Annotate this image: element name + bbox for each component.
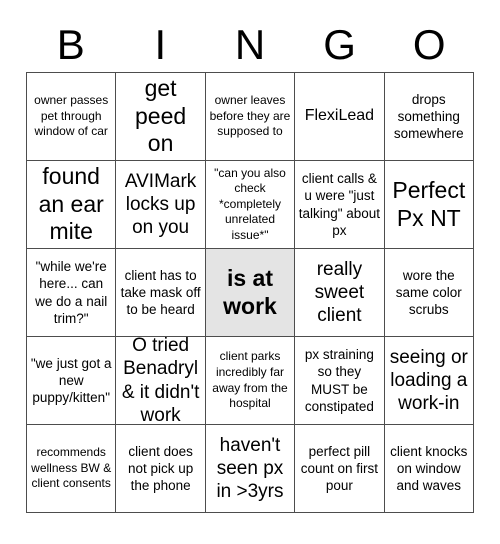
bingo-cell-text: "while we're here... can we do a nail tr…	[35, 258, 108, 326]
bingo-cell-text: client has to take mask off to be heard	[120, 267, 201, 318]
bingo-cell-r3c5[interactable]: wore the same color scrubs	[384, 249, 474, 337]
bingo-cell-text: O tried Benadryl & it didn't work	[121, 337, 200, 425]
bingo-cell-r1c3[interactable]: owner leaves before they are supposed to	[205, 73, 296, 161]
bingo-cell-r3c1[interactable]: "while we're here... can we do a nail tr…	[27, 249, 117, 337]
bingo-cell-r5c3[interactable]: haven't seen px in >3yrs	[205, 425, 296, 513]
bingo-cell-r4c5[interactable]: seeing or loading a work-in	[384, 337, 474, 425]
bingo-cell-r4c4[interactable]: px straining so they MUST be constipated	[295, 337, 385, 425]
bingo-cell-r2c1[interactable]: found an ear mite	[27, 161, 117, 249]
bingo-cell-text: haven't seen px in >3yrs	[216, 434, 284, 503]
bingo-cell-text: recommends wellness BW & client consents	[31, 445, 112, 491]
bingo-cell-text: client does not pick up the phone	[127, 443, 194, 494]
bingo-cell-r3c3-free-space[interactable]: is at work	[205, 249, 296, 337]
bingo-cell-text: AVIMark locks up on you	[124, 170, 197, 239]
bingo-cell-r1c1[interactable]: owner passes pet through window of car	[27, 73, 117, 161]
bingo-cell-r3c4[interactable]: really sweet client	[295, 249, 385, 337]
bingo-cell-text: drops something somewhere	[393, 91, 464, 142]
bingo-cell-text: Perfect Px NT	[392, 176, 466, 231]
bingo-cell-text: px straining so they MUST be constipated	[304, 346, 374, 414]
bingo-cell-r2c5[interactable]: Perfect Px NT	[384, 161, 474, 249]
bingo-cell-r2c4[interactable]: client calls & u were "just talking" abo…	[295, 161, 385, 249]
bingo-cell-text: owner passes pet through window of car	[34, 93, 109, 139]
bingo-cell-text: "can you also check *completely unrelate…	[214, 165, 286, 242]
bingo-cell-r2c2[interactable]: AVIMark locks up on you	[116, 161, 206, 249]
bingo-cell-text: "we just got a new puppy/kitten"	[30, 355, 112, 406]
bingo-header-letter-g: G	[323, 21, 356, 68]
bingo-header-letter-b: B	[56, 21, 85, 68]
bingo-cell-text: owner leaves before they are supposed to	[209, 93, 291, 139]
bingo-cell-text: client knocks on window and waves	[390, 443, 468, 494]
bingo-cell-text: wore the same color scrubs	[395, 267, 462, 318]
bingo-cell-r4c2[interactable]: O tried Benadryl & it didn't work	[116, 337, 206, 425]
bingo-cell-text: really sweet client	[314, 258, 365, 327]
bingo-cell-text: seeing or loading a work-in	[389, 346, 468, 415]
bingo-cell-r5c4[interactable]: perfect pill count on first pour	[295, 425, 385, 513]
bingo-header-letter-i: I	[154, 21, 167, 68]
bingo-cell-text: found an ear mite	[38, 163, 104, 245]
bingo-cell-r2c3[interactable]: "can you also check *completely unrelate…	[205, 161, 296, 249]
bingo-cell-r4c3[interactable]: client parks incredibly far away from th…	[205, 337, 296, 425]
bingo-grid: owner passes pet through window of car g…	[26, 72, 474, 513]
bingo-cell-r4c1[interactable]: "we just got a new puppy/kitten"	[27, 337, 117, 425]
bingo-card: B I N G O owner passes pet through windo…	[0, 0, 500, 544]
bingo-cell-r5c1[interactable]: recommends wellness BW & client consents	[27, 425, 117, 513]
bingo-cell-text: perfect pill count on first pour	[300, 443, 379, 494]
bingo-cell-text: get peed on	[135, 75, 187, 157]
bingo-cell-text: client calls & u were "just talking" abo…	[298, 170, 381, 238]
bingo-cell-r1c4[interactable]: FlexiLead	[295, 73, 385, 161]
bingo-cell-r3c2[interactable]: client has to take mask off to be heard	[116, 249, 206, 337]
bingo-header-row: B I N G O	[26, 18, 474, 72]
bingo-cell-text: client parks incredibly far away from th…	[212, 349, 288, 411]
bingo-cell-r1c5[interactable]: drops something somewhere	[384, 73, 474, 161]
bingo-cell-text: FlexiLead	[304, 107, 375, 125]
bingo-cell-r5c5[interactable]: client knocks on window and waves	[384, 425, 474, 513]
bingo-cell-r1c2[interactable]: get peed on	[116, 73, 206, 161]
bingo-header-letter-o: O	[412, 21, 446, 68]
bingo-cell-r5c2[interactable]: client does not pick up the phone	[116, 425, 206, 513]
bingo-header-letter-n: N	[234, 21, 266, 68]
bingo-cell-text: is at work	[223, 264, 277, 319]
